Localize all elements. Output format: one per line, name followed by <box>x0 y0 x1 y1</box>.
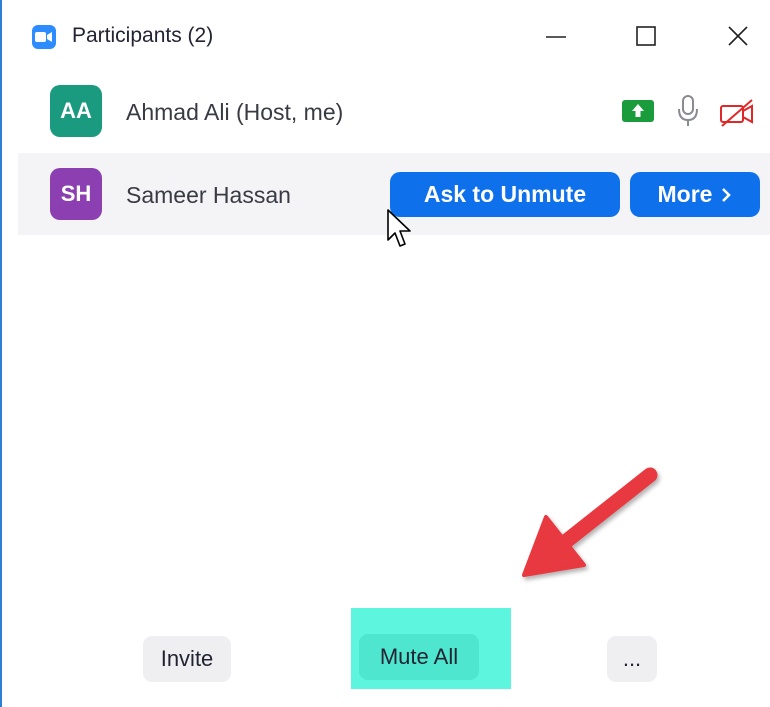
ask-to-unmute-button[interactable]: Ask to Unmute <box>390 172 620 217</box>
screen-share-icon <box>622 100 654 127</box>
microphone-icon[interactable] <box>676 94 700 133</box>
invite-button[interactable]: Invite <box>143 636 231 682</box>
close-button[interactable] <box>714 18 762 54</box>
minimize-icon <box>546 36 566 38</box>
avatar: SH <box>50 168 102 220</box>
more-button-label: More <box>657 181 713 207</box>
more-button[interactable]: More <box>630 172 760 217</box>
maximize-button[interactable] <box>622 18 670 54</box>
participant-name: Ahmad Ali (Host, me) <box>126 99 344 125</box>
close-icon <box>728 26 748 46</box>
window-title: Participants (2) <box>72 24 214 47</box>
mouse-cursor-icon <box>386 208 414 255</box>
title-bar[interactable]: Participants (2) <box>2 0 770 72</box>
zoom-camera-icon <box>32 25 56 49</box>
minimize-button[interactable] <box>532 18 580 54</box>
chevron-right-icon <box>722 187 732 202</box>
avatar: AA <box>50 85 102 137</box>
annotation-arrow-icon <box>502 455 672 600</box>
video-off-icon[interactable] <box>718 98 756 133</box>
participant-name: Sameer Hassan <box>126 182 291 208</box>
participant-row-ahmad[interactable]: AA Ahmad Ali (Host, me) <box>18 70 770 152</box>
maximize-icon <box>636 26 656 46</box>
more-options-button[interactable]: ... <box>607 636 657 682</box>
mute-all-button[interactable]: Mute All <box>359 634 479 680</box>
participants-window: Participants (2) AA Ahmad Ali (Host, me) <box>0 0 770 707</box>
